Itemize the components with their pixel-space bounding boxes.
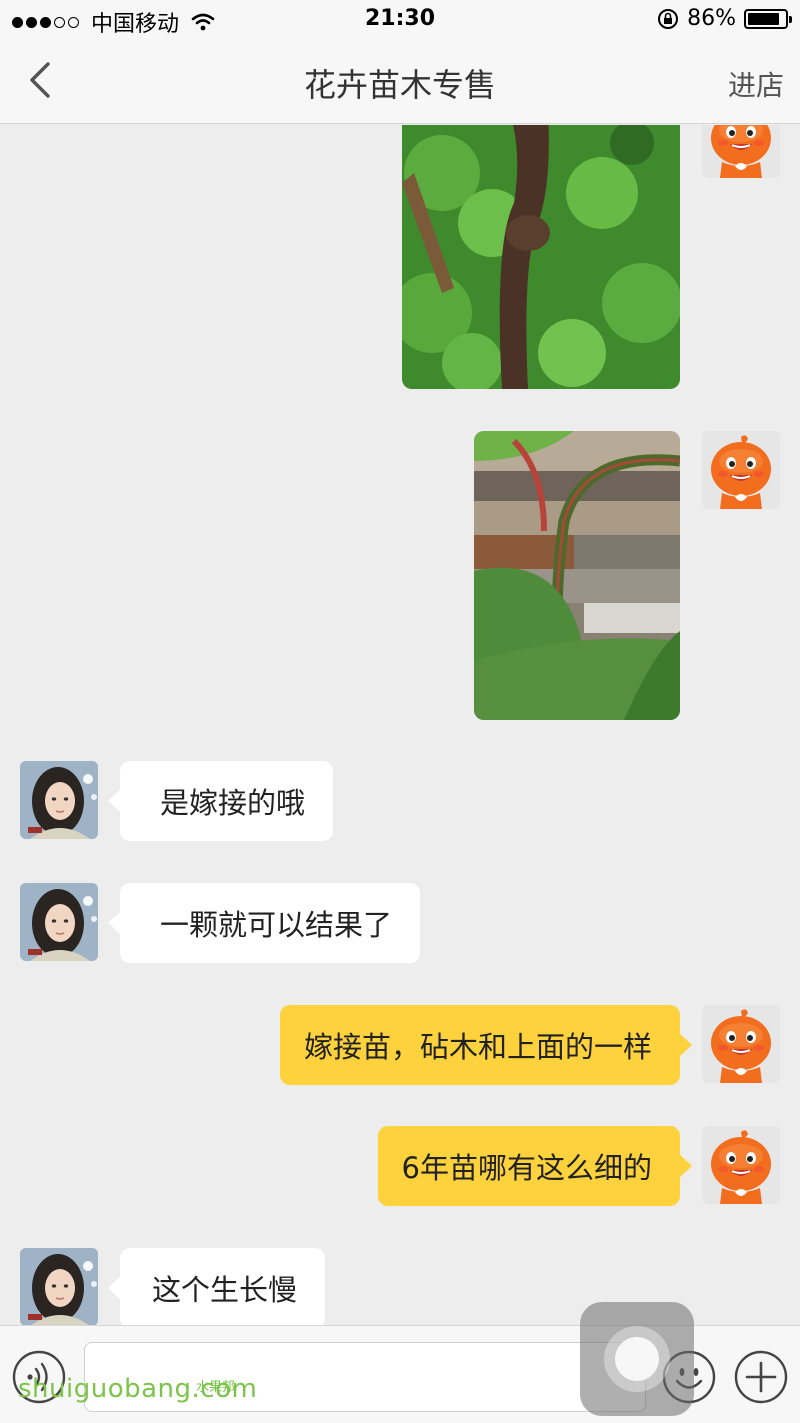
seller-avatar[interactable] — [702, 1126, 780, 1204]
mascot-avatar-icon — [710, 1129, 772, 1204]
seller-avatar[interactable] — [702, 1005, 780, 1083]
message-text: 一颗就可以结果了 — [160, 908, 393, 942]
mascot-avatar-icon — [710, 125, 772, 178]
seller-avatar[interactable] — [702, 431, 780, 509]
nav-bar: 花卉苗木专售 进店 — [0, 40, 800, 124]
message-text: 这个生长慢 — [152, 1273, 298, 1307]
message-bubble[interactable]: 嫁接苗，砧木和上面的一样 — [279, 1005, 692, 1085]
chat-area[interactable]: 是嫁接的哦 一颗就可以结果了 嫁接苗，砧木和上面的一样 6年苗哪有这么细的 这个… — [0, 125, 800, 1325]
enter-shop-button[interactable]: 进店 — [728, 64, 784, 104]
message-text: 6年苗哪有这么细的 — [401, 1151, 652, 1185]
seller-avatar[interactable] — [702, 125, 780, 178]
message-bubble[interactable]: 6年苗哪有这么细的 — [377, 1126, 692, 1206]
user-photo-avatar-icon — [20, 1248, 98, 1325]
mascot-avatar-icon — [710, 1008, 772, 1083]
message-bubble[interactable]: 这个生长慢 — [108, 1248, 326, 1325]
message-bubble[interactable]: 是嫁接的哦 — [108, 761, 334, 841]
user-avatar[interactable] — [20, 883, 98, 961]
more-actions-button[interactable] — [734, 1350, 788, 1404]
user-avatar[interactable] — [20, 1248, 98, 1325]
image-message[interactable] — [402, 125, 680, 389]
message-bubble[interactable]: 一颗就可以结果了 — [108, 883, 421, 963]
message-text: 是嫁接的哦 — [160, 786, 306, 820]
status-bar: 中国移动 21:30 86% — [0, 0, 800, 40]
mascot-avatar-icon — [710, 434, 772, 509]
assistive-touch-button[interactable] — [580, 1302, 694, 1416]
page-title: 花卉苗木专售 — [303, 66, 496, 104]
user-avatar[interactable] — [20, 761, 98, 839]
watermark-logo-text: 水果邦 — [196, 1380, 236, 1395]
battery-fill — [748, 12, 779, 25]
watermark: shuiguobang.com 水果邦 — [18, 1374, 257, 1404]
battery-icon — [744, 8, 792, 29]
image-message[interactable] — [474, 431, 680, 720]
plant-stem-clover-photo — [402, 125, 680, 389]
rotation-lock-icon — [658, 8, 679, 29]
battery-percent: 86% — [687, 6, 736, 31]
status-right: 86% — [657, 6, 792, 31]
user-photo-avatar-icon — [20, 883, 98, 961]
message-text: 嫁接苗，砧木和上面的一样 — [303, 1030, 652, 1064]
user-photo-avatar-icon — [20, 761, 98, 839]
plant-stem-leaf-photo — [474, 431, 680, 720]
